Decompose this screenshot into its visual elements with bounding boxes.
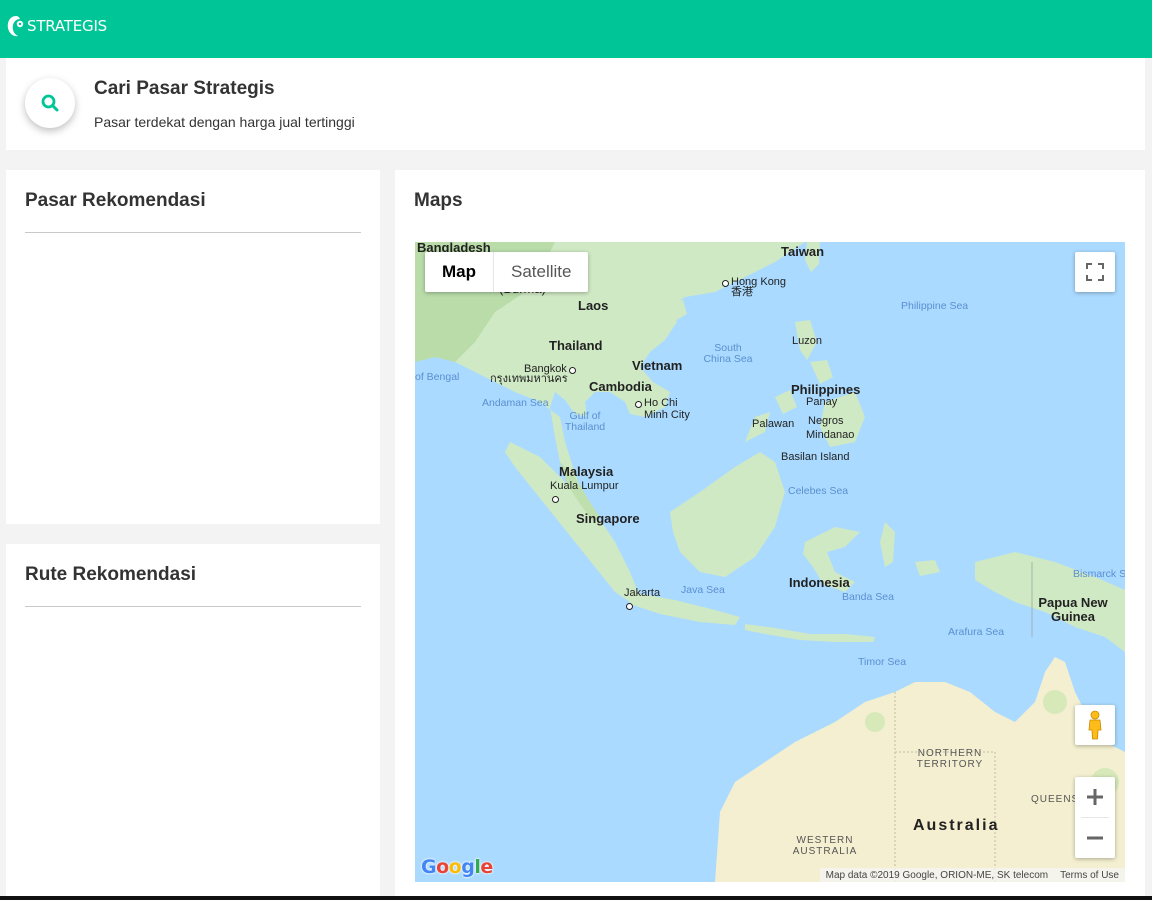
map-label: Mindanao [806,429,855,441]
google-logo[interactable]: Google [421,856,493,878]
map-label: 香港 [731,286,753,298]
street-view-button[interactable] [1075,705,1115,745]
map-label: Jakarta [624,587,661,610]
brand-name: STRATEGIS [27,17,108,35]
map-attribution: Map data ©2019 Google, ORION-ME, SK tele… [819,868,1125,882]
map-type-satellite-button[interactable]: Satellite [494,252,588,292]
map-label: Java Sea [681,584,725,596]
zoom-in-button[interactable] [1075,777,1115,817]
search-icon [41,94,59,112]
map-label: Andaman Sea [482,397,549,409]
pasar-rekomendasi-panel: Pasar Rekomendasi [6,170,380,524]
zoom-control [1075,777,1115,858]
leaf-icon [7,16,24,37]
map-data-credit: Map data ©2019 Google, ORION-ME, SK tele… [825,869,1049,881]
map-label: Gulf of Thailand [564,410,606,434]
map-label: NORTHERN TERRITORY [916,748,984,770]
map-label: Ho Chi Minh City [635,397,694,421]
map-label: Indonesia [789,575,850,590]
pasar-rekomendasi-title: Pasar Rekomendasi [25,190,206,211]
search-button[interactable] [25,78,75,128]
rute-rekomendasi-title: Rute Rekomendasi [25,564,197,585]
zoom-out-button[interactable] [1075,818,1115,858]
map-type-map-button[interactable]: Map [425,252,494,292]
minus-icon [1087,836,1103,840]
page-title: Cari Pasar Strategis [94,78,275,99]
map-label: of Bengal [415,371,460,383]
map-label: Timor Sea [858,656,907,668]
map-label: Vietnam [632,358,683,373]
rute-rekomendasi-panel: Rute Rekomendasi [6,544,380,896]
google-logo-letter: g [461,856,475,878]
map-label: กรุงเทพมหานคร [490,373,568,385]
map-label: Celebes Sea [788,485,849,497]
map-label: Philippine Sea [901,300,969,312]
pegman-icon [1088,710,1102,740]
map-label: Philippines [791,382,861,397]
google-logo-letter: G [421,856,437,878]
map-label: Basilan Island [781,451,850,463]
page-subtitle: Pasar terdekat dengan harga jual terting… [94,114,355,130]
bottom-edge [0,896,1152,900]
search-header: Cari Pasar Strategis Pasar terdekat deng… [6,58,1145,150]
map-label: Malaysia [559,464,614,479]
map-label: Cambodia [589,379,652,394]
map-label: Negros [808,415,844,427]
google-logo-letter: o [448,856,462,878]
map-label: Singapore [576,511,640,526]
plus-icon [1087,789,1103,805]
map-label: Australia [913,817,1000,834]
map-label: Laos [578,298,609,313]
map-canvas[interactable]: Bangladesh (Burma) Taiwan Hong Kong 香港 L… [415,242,1125,882]
google-logo-letter: e [480,856,493,878]
map-label: Taiwan [781,244,825,259]
top-bar: STRATEGIS [0,0,1152,58]
map-label: Kuala Lumpur [550,480,619,503]
map-label: Panay [806,396,838,408]
divider [25,232,361,233]
map-label: South China Sea [703,342,753,366]
map-label: Luzon [792,335,822,347]
terms-of-use-link[interactable]: Terms of Use [1060,870,1119,881]
fullscreen-icon [1086,263,1104,281]
brand-logo[interactable]: STRATEGIS [6,13,107,39]
map-label: Palawan [752,418,795,430]
fullscreen-button[interactable] [1075,252,1115,292]
map-label: Banda Sea [842,591,894,603]
map-label: WESTERN AUSTRALIA [792,835,858,857]
divider [25,606,361,607]
map-type-control: Map Satellite [425,252,589,292]
map-label: Bismarck S [1073,568,1125,580]
map-label: QUEENS [1031,794,1080,805]
map-label: Thailand [549,338,603,353]
maps-title: Maps [414,190,463,211]
map-label: Arafura Sea [948,626,1005,638]
map-label: Papua New Guinea [1038,595,1108,624]
map-base [415,242,1125,882]
google-logo-letter: o [436,856,449,878]
